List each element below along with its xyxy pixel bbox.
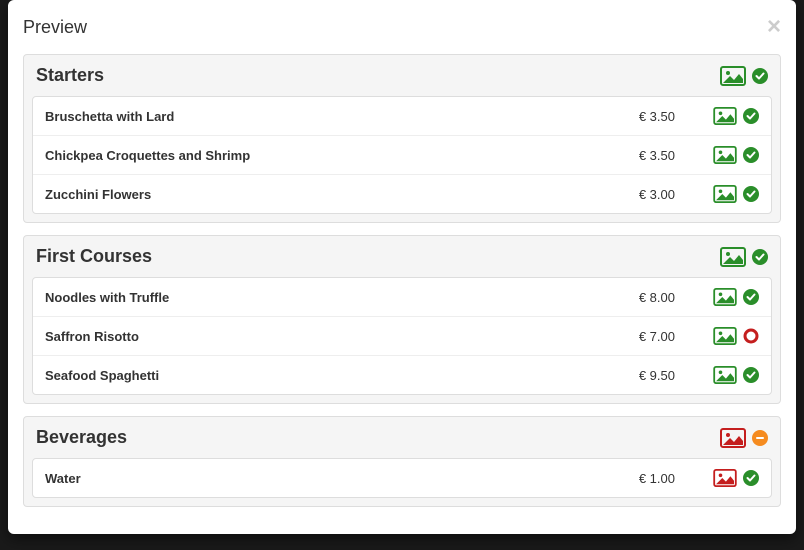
image-icon [713,366,737,384]
category-panel: Beverages Water € 1.00 [23,416,781,507]
category-icons [720,66,768,86]
item-row: Bruschetta with Lard € 3.50 [33,97,771,136]
image-icon [713,288,737,306]
modal-title: Preview [23,17,87,38]
preview-modal: Preview × Starters Bruschetta with Lard … [8,0,796,534]
item-icons [713,185,759,203]
image-icon [713,107,737,125]
item-name: Chickpea Croquettes and Shrimp [45,148,605,163]
minus-circle-icon [752,430,768,446]
item-icons [713,327,759,345]
item-price: € 8.00 [605,290,675,305]
check-circle-icon [743,108,759,124]
category-icons [720,428,768,448]
check-circle-icon [743,147,759,163]
category-panel: First Courses Noodles with Truffle € 8.0… [23,235,781,404]
ring-icon [743,328,759,344]
check-circle-icon [752,68,768,84]
item-name: Bruschetta with Lard [45,109,605,124]
image-icon [720,428,746,448]
image-icon [713,185,737,203]
check-circle-icon [743,367,759,383]
item-icons [713,469,759,487]
modal-header: Preview × [8,0,796,54]
image-icon [720,66,746,86]
items-panel: Bruschetta with Lard € 3.50 Chickpea Cro… [32,96,772,214]
item-icons [713,288,759,306]
check-circle-icon [743,470,759,486]
item-price: € 9.50 [605,368,675,383]
category-header: Starters [24,55,780,96]
category-title: Beverages [36,427,720,448]
category-header: First Courses [24,236,780,277]
item-price: € 3.50 [605,148,675,163]
item-name: Saffron Risotto [45,329,605,344]
image-icon [713,146,737,164]
item-name: Seafood Spaghetti [45,368,605,383]
category-title: First Courses [36,246,720,267]
items-panel: Water € 1.00 [32,458,772,498]
close-button[interactable]: × [767,15,781,39]
item-icons [713,146,759,164]
item-row: Water € 1.00 [33,459,771,497]
check-circle-icon [743,289,759,305]
category-icons [720,247,768,267]
modal-body: Starters Bruschetta with Lard € 3.50 [8,54,796,534]
item-name: Water [45,471,605,486]
item-row: Zucchini Flowers € 3.00 [33,175,771,213]
item-price: € 1.00 [605,471,675,486]
item-row: Seafood Spaghetti € 9.50 [33,356,771,394]
image-icon [713,327,737,345]
item-icons [713,366,759,384]
item-name: Noodles with Truffle [45,290,605,305]
item-icons [713,107,759,125]
items-panel: Noodles with Truffle € 8.00 Saffron Riso… [32,277,772,395]
category-panel: Starters Bruschetta with Lard € 3.50 [23,54,781,223]
item-row: Saffron Risotto € 7.00 [33,317,771,356]
check-circle-icon [743,186,759,202]
item-row: Noodles with Truffle € 8.00 [33,278,771,317]
item-row: Chickpea Croquettes and Shrimp € 3.50 [33,136,771,175]
check-circle-icon [752,249,768,265]
category-header: Beverages [24,417,780,458]
item-price: € 3.50 [605,109,675,124]
category-title: Starters [36,65,720,86]
item-name: Zucchini Flowers [45,187,605,202]
image-icon [713,469,737,487]
item-price: € 3.00 [605,187,675,202]
item-price: € 7.00 [605,329,675,344]
image-icon [720,247,746,267]
